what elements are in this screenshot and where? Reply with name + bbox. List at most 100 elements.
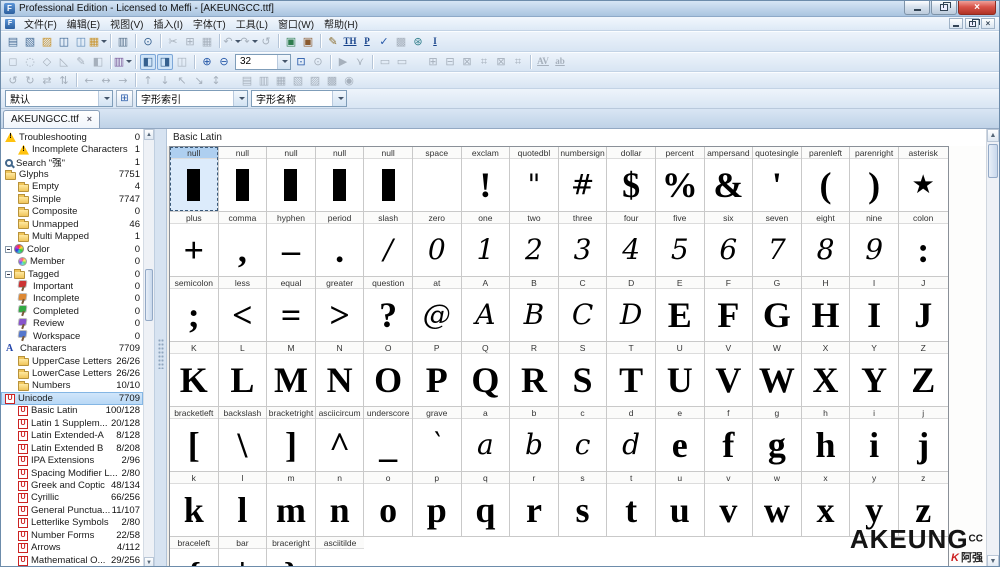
glyph-cell-x[interactable]: XX <box>801 342 851 407</box>
glyph-cell-n[interactable]: nn <box>315 472 365 537</box>
panel-splitter[interactable] <box>154 129 167 566</box>
glyph-cell-slash[interactable]: slash / <box>364 212 413 277</box>
glyph-cell-at[interactable]: at @ <box>412 277 462 342</box>
glyph-cell-bracketright[interactable]: bracketright] <box>267 407 316 472</box>
glyph-cell-asterisk[interactable]: asterisk ★ <box>898 147 948 212</box>
glyph-cell-t[interactable]: TT <box>607 342 656 407</box>
glyph-cell-question[interactable]: question? <box>364 277 413 342</box>
menu-insert[interactable]: 插入(I) <box>148 15 187 32</box>
tree-item-search[interactable]: Search "强" 1 <box>1 156 143 169</box>
glyph-cell-f[interactable]: FF <box>704 277 754 342</box>
glyph-cell-h[interactable]: hh <box>801 407 851 472</box>
glyph-cell-hyphen[interactable]: hyphen – <box>267 212 316 277</box>
glyph-cell-bar[interactable]: bar| <box>218 537 268 566</box>
glyph-cell-a[interactable]: AA <box>461 277 511 342</box>
collapse-icon[interactable] <box>5 270 12 278</box>
view-toggle-button[interactable]: ⊞ <box>116 90 133 107</box>
glyph-cell-i[interactable]: II <box>850 277 899 342</box>
glyph-cell-c[interactable]: CC <box>558 277 608 342</box>
tree-item-simple[interactable]: Simple 7747 <box>1 193 143 205</box>
glyph-cell-parenleft[interactable]: parenleft( <box>801 147 851 212</box>
tree-item-workspace[interactable]: Workspace 0 <box>1 330 143 342</box>
preset-dropdown-button[interactable] <box>98 91 112 106</box>
glyph-cell-s[interactable]: ss <box>558 472 608 537</box>
auto-naming-button[interactable]: TH <box>342 33 358 49</box>
glyph-cell-colon[interactable]: colon: <box>898 212 948 277</box>
find-button[interactable]: ⊙ <box>140 33 156 49</box>
background-image-button[interactable]: ▥ <box>114 54 133 70</box>
glyph-cell-v[interactable]: vv <box>704 472 754 537</box>
glyph-cell-five[interactable]: five 5 <box>655 212 705 277</box>
tree-item-lowercase-letters[interactable]: LowerCase Letters 26/26 <box>1 367 143 379</box>
glyph-cell-null[interactable]: null <box>218 147 268 212</box>
tree-item-unmapped[interactable]: Unmapped 46 <box>1 218 143 230</box>
glyph-cell-j[interactable]: jj <box>898 407 948 472</box>
menu-edit[interactable]: 编辑(E) <box>62 15 105 32</box>
glyph-cell-i[interactable]: ii <box>850 407 899 472</box>
glyph-cell-g[interactable]: gg <box>753 407 802 472</box>
glyph-cell-m[interactable]: mm <box>267 472 316 537</box>
glyph-cell-w[interactable]: WW <box>753 342 802 407</box>
glyph-cell-a[interactable]: aa <box>461 407 511 472</box>
fill-outlines-toggle-button[interactable]: ◧ <box>140 53 156 70</box>
print-button[interactable]: ▥ <box>115 33 131 49</box>
new-font-button[interactable]: ▤ <box>5 33 21 49</box>
glyph-cell-d[interactable]: DD <box>607 277 656 342</box>
glyph-cell-plus[interactable]: plus + <box>170 212 219 277</box>
glyph-cell-nine[interactable]: nine 9 <box>850 212 899 277</box>
glyph-cell-bracketleft[interactable]: bracketleft[ <box>170 407 219 472</box>
tree-item-ipa-extensions[interactable]: IPA Extensions 2/96 <box>1 454 143 467</box>
tree-item-number-forms[interactable]: Number Forms 22/58 <box>1 529 143 541</box>
tree-item-review[interactable]: Review 0 <box>1 318 143 330</box>
tree-item-unicode[interactable]: Unicode 7709 <box>1 392 143 405</box>
insert-code-button[interactable]: I <box>427 33 443 49</box>
tree-item-composite[interactable]: Composite 0 <box>1 206 143 218</box>
glyph-cell-semicolon[interactable]: semicolon; <box>170 277 219 342</box>
minimize-button[interactable] <box>904 1 930 15</box>
glyph-cell-n[interactable]: NN <box>315 342 365 407</box>
glyph-cell-period[interactable]: period. <box>315 212 365 277</box>
glyph-cell-null[interactable]: null <box>267 147 316 212</box>
glyph-cell-null[interactable]: null <box>170 147 219 212</box>
glyph-cell-comma[interactable]: comma, <box>218 212 268 277</box>
glyph-cell-l[interactable]: LL <box>218 342 268 407</box>
tree-item-important[interactable]: Important 0 <box>1 280 143 292</box>
glyph-cell-braceright[interactable]: braceright} <box>267 537 316 566</box>
glyph-cell-eight[interactable]: eight 8 <box>801 212 851 277</box>
glyph-cell-w[interactable]: ww <box>753 472 802 537</box>
glyph-cell-dollar[interactable]: dollar $ <box>607 147 656 212</box>
tree-item-characters[interactable]: Characters 7709 <box>1 342 143 355</box>
menu-font[interactable]: 字体(T) <box>188 15 231 32</box>
scroll-down-icon[interactable]: ▼ <box>144 557 154 566</box>
glyph-cell-underscore[interactable]: underscore _ <box>364 407 413 472</box>
tree-item-incomplete-characters[interactable]: Incomplete Characters 1 <box>1 143 143 155</box>
grid-scrollbar[interactable]: ▲ ▼ <box>986 129 999 566</box>
menu-view[interactable]: 视图(V) <box>105 15 148 32</box>
glyph-cell-braceleft[interactable]: braceleft{ <box>170 537 219 566</box>
tree-item-cyrillic[interactable]: Cyrillic 66/256 <box>1 492 143 504</box>
restore-button[interactable] <box>931 1 957 15</box>
glyph-cell-null[interactable]: null <box>315 147 365 212</box>
zoom-out-button[interactable]: ⊖ <box>216 54 232 70</box>
sidebar-scrollbar[interactable]: ▲ ▼ <box>143 129 154 566</box>
glyph-cell-q[interactable]: QQ <box>461 342 511 407</box>
glyph-cell-s[interactable]: SS <box>558 342 608 407</box>
tree-item-completed[interactable]: Completed 0 <box>1 305 143 317</box>
glyph-cell-one[interactable]: one 1 <box>461 212 511 277</box>
menu-window[interactable]: 窗口(W) <box>273 15 319 32</box>
glyph-cell-e[interactable]: EE <box>655 277 705 342</box>
tab-close-icon[interactable]: × <box>87 115 92 124</box>
glyph-cell-quotedbl[interactable]: quotedbl " <box>510 147 559 212</box>
glyph-cell-l[interactable]: ll <box>218 472 268 537</box>
tree-item-glyphs[interactable]: Glyphs 7751 <box>1 168 143 180</box>
glyph-cell-f[interactable]: ff <box>704 407 754 472</box>
open-font-button[interactable]: ▨ <box>39 33 55 49</box>
menu-help[interactable]: 帮助(H) <box>319 15 363 32</box>
tree-item-general-punctua[interactable]: General Punctua...11/107 <box>1 504 143 516</box>
close-button[interactable] <box>958 1 996 15</box>
sort-combobox[interactable]: 字形索引 <box>136 90 248 107</box>
glyph-cell-asciitilde[interactable]: asciitilde~ <box>315 537 365 566</box>
glyph-cell-k[interactable]: KK <box>170 342 219 407</box>
tree-item-spacing-modifier-l[interactable]: Spacing Modifier L...2/80 <box>1 467 143 479</box>
zoom-level-combo[interactable]: 32 <box>235 53 291 70</box>
